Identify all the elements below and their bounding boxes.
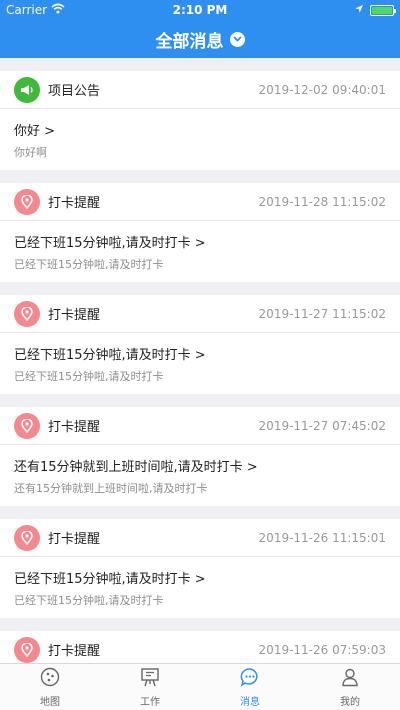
message-title[interactable]: 你好 > (14, 120, 386, 139)
tab-label: 消息 (240, 696, 260, 708)
message-time: 2019-11-27 07:45:02 (258, 418, 386, 433)
chevron-down-icon (229, 31, 245, 47)
tab-mine[interactable]: 我的 (300, 664, 400, 710)
message-time: 2019-11-26 11:15:01 (258, 530, 386, 545)
message-type: 打卡提醒 (48, 420, 101, 435)
message-body: 还有15分钟就到上班时间啦,请及时打卡 (14, 482, 208, 495)
location-pin-icon (14, 412, 40, 439)
location-pin-icon (14, 300, 40, 327)
tab-label: 工作 (140, 696, 160, 708)
message-time: 2019-11-28 11:15:02 (258, 194, 386, 209)
location-arrow-icon (354, 3, 364, 17)
megaphone-icon (14, 76, 40, 103)
message-type: 打卡提醒 (48, 308, 101, 323)
message-card[interactable]: 打卡提醒 2019-11-26 11:15:01 已经下班15分钟啦,请及时打卡… (0, 519, 400, 618)
tab-label: 地图 (40, 696, 60, 708)
tab-map[interactable]: 地图 (0, 664, 100, 710)
message-title[interactable]: 还有15分钟就到上班时间啦,请及时打卡 > (14, 456, 386, 475)
message-type: 打卡提醒 (48, 644, 101, 659)
map-icon (40, 667, 60, 691)
message-title[interactable]: 已经下班15分钟啦,请及时打卡 > (14, 344, 386, 363)
message-body: 已经下班15分钟啦,请及时打卡 (14, 370, 164, 383)
message-body: 你好啊 (14, 146, 47, 159)
tab-label: 我的 (340, 696, 360, 708)
wifi-icon (51, 3, 65, 17)
message-type: 打卡提醒 (48, 196, 101, 211)
message-card[interactable]: 打卡提醒 2019-11-27 07:45:02 还有15分钟就到上班时间啦,请… (0, 407, 400, 506)
easel-icon (140, 667, 160, 691)
message-filter-dropdown[interactable]: 全部消息 (0, 20, 400, 58)
page-title: 全部消息 (155, 31, 224, 52)
message-time: 2019-11-27 11:15:02 (258, 306, 386, 321)
message-time: 2019-12-02 09:40:01 (258, 82, 386, 97)
location-pin-icon (14, 188, 40, 215)
message-card[interactable]: 打卡提醒 2019-11-26 07:59:03 (0, 631, 400, 663)
tab-bar: 地图 工作 消息 我的 (0, 663, 400, 710)
location-pin-icon (14, 636, 40, 663)
user-icon (340, 667, 360, 691)
app-header: Carrier 2:10 PM 全部消息 (0, 0, 400, 58)
message-type: 项目公告 (48, 84, 101, 99)
status-bar: Carrier 2:10 PM (0, 0, 400, 20)
message-body: 已经下班15分钟啦,请及时打卡 (14, 258, 164, 271)
chat-bubble-icon (240, 667, 260, 691)
message-title[interactable]: 已经下班15分钟啦,请及时打卡 > (14, 232, 386, 251)
battery-icon (370, 4, 396, 16)
message-body: 已经下班15分钟啦,请及时打卡 (14, 594, 164, 607)
carrier-label: Carrier (6, 3, 48, 17)
location-pin-icon (14, 524, 40, 551)
message-card[interactable]: 项目公告 2019-12-02 09:40:01 你好 > 你好啊 (0, 71, 400, 170)
message-time: 2019-11-26 07:59:03 (258, 642, 386, 657)
message-list[interactable]: 项目公告 2019-12-02 09:40:01 你好 > 你好啊 打卡提醒 2… (0, 58, 400, 663)
message-card[interactable]: 打卡提醒 2019-11-27 11:15:02 已经下班15分钟啦,请及时打卡… (0, 295, 400, 394)
message-card[interactable]: 打卡提醒 2019-11-28 11:15:02 已经下班15分钟啦,请及时打卡… (0, 183, 400, 282)
tab-work[interactable]: 工作 (100, 664, 200, 710)
tab-messages[interactable]: 消息 (200, 664, 300, 710)
message-title[interactable]: 已经下班15分钟啦,请及时打卡 > (14, 568, 386, 587)
message-type: 打卡提醒 (48, 532, 101, 547)
